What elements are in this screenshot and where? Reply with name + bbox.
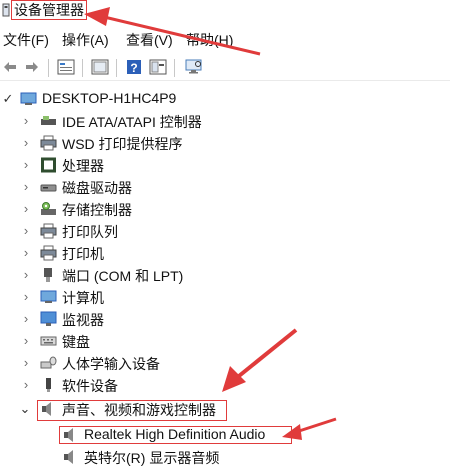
expand-arrow-icon[interactable]: › bbox=[20, 246, 32, 260]
tree-category[interactable]: › 计算机 bbox=[0, 286, 450, 308]
tree-category[interactable]: › 端口 (COM 和 LPT) bbox=[0, 264, 450, 286]
category-label: 端口 (COM 和 LPT) bbox=[62, 268, 184, 284]
tree-category[interactable]: › 软件设备 bbox=[0, 374, 450, 396]
device-tree: ✓ DESKTOP-H1HC4P9 › IDE ATA/ATAPI 控制器 › … bbox=[0, 88, 450, 475]
software-device-icon bbox=[46, 378, 51, 392]
expand-arrow-icon[interactable]: › bbox=[20, 224, 32, 238]
toolbar-separator bbox=[174, 59, 175, 77]
category-label: 键盘 bbox=[62, 334, 90, 350]
tree-category[interactable]: › 人体学输入设备 bbox=[0, 352, 450, 374]
category-label: 监视器 bbox=[62, 312, 104, 328]
menu-help[interactable]: 帮助(H) bbox=[186, 30, 233, 50]
window-title: 设备管理器 bbox=[11, 0, 87, 20]
speaker-icon bbox=[64, 450, 73, 464]
menu-view[interactable]: 查看(V) bbox=[126, 30, 173, 50]
view-icon[interactable] bbox=[90, 57, 110, 77]
computer-name: DESKTOP-H1HC4P9 bbox=[42, 90, 177, 106]
category-label: 打印机 bbox=[62, 246, 104, 262]
menu-action[interactable]: 操作(A) bbox=[62, 30, 109, 50]
disk-drive-icon bbox=[40, 184, 57, 192]
tree-category[interactable]: › WSD 打印提供程序 bbox=[0, 132, 450, 154]
tree-category[interactable]: › 监视器 bbox=[0, 308, 450, 330]
menu-file[interactable]: 文件(F) bbox=[3, 30, 49, 50]
toolbar: ? bbox=[0, 54, 450, 81]
tree-category[interactable]: › 键盘 bbox=[0, 330, 450, 352]
highlight-box bbox=[37, 400, 227, 421]
scan-hardware-icon[interactable] bbox=[184, 57, 204, 77]
monitor-icon bbox=[40, 311, 57, 326]
tree-category[interactable]: › 磁盘驱动器 bbox=[0, 176, 450, 198]
category-label: 软件设备 bbox=[62, 378, 118, 394]
category-label: 人体学输入设备 bbox=[62, 356, 160, 372]
show-hidden-icon[interactable] bbox=[148, 57, 168, 77]
properties-icon[interactable] bbox=[56, 57, 76, 77]
expand-arrow-icon[interactable]: › bbox=[20, 290, 32, 304]
category-label: 磁盘驱动器 bbox=[62, 180, 132, 196]
category-label: WSD 打印提供程序 bbox=[62, 136, 183, 152]
device-manager-icon bbox=[2, 3, 10, 17]
keyboard-icon bbox=[40, 336, 57, 346]
help-icon[interactable]: ? bbox=[124, 57, 144, 77]
storage-controller-icon bbox=[41, 202, 56, 215]
tree-category[interactable]: › 处理器 bbox=[0, 154, 450, 176]
tree-category[interactable]: › 打印机 bbox=[0, 242, 450, 264]
highlight-box bbox=[59, 426, 292, 444]
forward-icon[interactable] bbox=[22, 57, 42, 77]
printer-icon bbox=[40, 135, 57, 151]
collapse-arrow-icon[interactable]: ⌄ bbox=[19, 402, 31, 416]
expand-arrow-icon[interactable]: › bbox=[20, 136, 32, 150]
expand-arrow-icon[interactable]: › bbox=[20, 158, 32, 172]
category-label: 打印队列 bbox=[62, 224, 118, 240]
ide-controller-icon bbox=[41, 116, 56, 125]
category-label: IDE ATA/ATAPI 控制器 bbox=[62, 114, 202, 130]
category-label: 计算机 bbox=[62, 290, 104, 306]
collapse-arrow-icon[interactable]: ✓ bbox=[2, 92, 14, 106]
toolbar-separator bbox=[82, 59, 83, 77]
expand-arrow-icon[interactable]: › bbox=[20, 114, 32, 128]
menu-bar: 文件(F) 操作(A) 查看(V) 帮助(H) bbox=[0, 28, 450, 50]
tree-device[interactable]: 英特尔(R) 显示器音频 bbox=[0, 446, 450, 468]
expand-arrow-icon[interactable]: › bbox=[20, 378, 32, 392]
title-bar: 设备管理器 bbox=[0, 0, 450, 26]
processor-icon bbox=[41, 157, 56, 173]
svg-text:?: ? bbox=[130, 61, 137, 75]
expand-arrow-icon[interactable]: › bbox=[20, 202, 32, 216]
category-label: 存储控制器 bbox=[62, 202, 132, 218]
hid-icon bbox=[40, 356, 57, 369]
tree-category[interactable]: › 存储控制器 bbox=[0, 198, 450, 220]
toolbar-separator bbox=[116, 59, 117, 77]
expand-arrow-icon[interactable]: › bbox=[20, 268, 32, 282]
port-icon bbox=[44, 268, 52, 282]
device-label: 英特尔(R) 显示器音频 bbox=[84, 450, 220, 466]
tree-category[interactable]: › 打印队列 bbox=[0, 220, 450, 242]
expand-arrow-icon[interactable]: › bbox=[20, 356, 32, 370]
tree-root[interactable]: ✓ DESKTOP-H1HC4P9 bbox=[0, 88, 450, 110]
print-queue-icon bbox=[40, 223, 57, 239]
computer-icon bbox=[40, 290, 57, 303]
expand-arrow-icon[interactable]: › bbox=[20, 312, 32, 326]
back-icon[interactable] bbox=[0, 57, 20, 77]
toolbar-separator bbox=[48, 59, 49, 77]
computer-icon bbox=[20, 92, 37, 105]
printer-icon bbox=[40, 245, 57, 261]
expand-arrow-icon[interactable]: › bbox=[20, 334, 32, 348]
expand-arrow-icon[interactable]: › bbox=[20, 180, 32, 194]
tree-category[interactable]: › IDE ATA/ATAPI 控制器 bbox=[0, 110, 450, 132]
category-label: 处理器 bbox=[62, 158, 104, 174]
